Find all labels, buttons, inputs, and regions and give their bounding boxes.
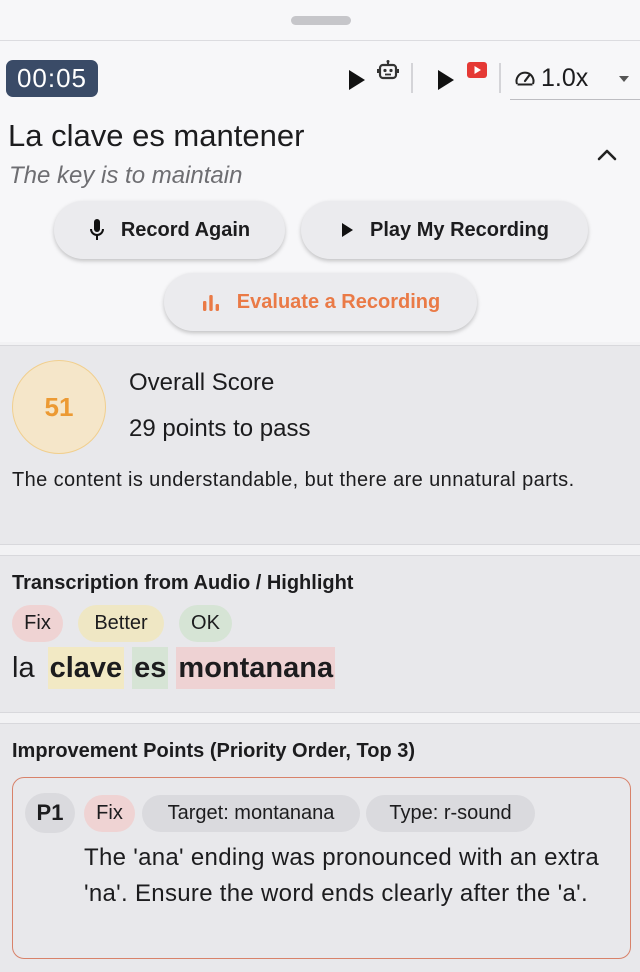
playback-speed-select[interactable]: 1.0x	[510, 60, 640, 100]
transcript-word: clave	[47, 647, 125, 689]
transcription-card: Transcription from Audio / Highlight Fix…	[0, 555, 640, 713]
transcript-word: es	[132, 647, 169, 689]
separator	[499, 63, 501, 93]
phrase-text: La clave es mantener	[8, 118, 305, 153]
level-chip: Fix	[84, 795, 135, 832]
play-robot-voice-button[interactable]	[346, 60, 400, 94]
microphone-icon	[89, 219, 104, 240]
chevron-up-icon[interactable]	[594, 143, 620, 165]
improvement-text: The 'ana' ending was pronounced with an …	[84, 844, 599, 907]
caret-down-icon	[619, 76, 629, 82]
divider	[0, 40, 640, 41]
speedometer-icon	[515, 71, 535, 86]
score-card: 51 Overall Score 29 points to pass The c…	[0, 345, 640, 545]
transcript-words: la clave es montanana	[12, 647, 336, 689]
legend-better: Better	[78, 605, 164, 642]
legend-fix: Fix	[12, 605, 63, 642]
target-chip: Target: montanana	[142, 795, 360, 832]
score-badge: 51	[12, 360, 106, 454]
play-icon	[342, 223, 354, 237]
type-chip: Type: r-sound	[366, 795, 535, 832]
transcript-word: la	[12, 652, 35, 684]
score-title: Overall Score	[129, 369, 275, 396]
transcription-title: Transcription from Audio / Highlight	[12, 572, 354, 594]
play-my-recording-button[interactable]: Play My Recording	[301, 201, 588, 259]
record-again-button[interactable]: Record Again	[54, 201, 285, 259]
phrase-translation: The key is to maintain	[9, 162, 243, 189]
improvement-card: Improvement Points (Priority Order, Top …	[0, 723, 640, 972]
drag-handle[interactable]	[291, 16, 351, 25]
score-description: The content is understandable, but there…	[12, 469, 575, 491]
record-again-label: Record Again	[120, 218, 251, 241]
timer-display: 00:05	[6, 60, 98, 97]
priority-badge: P1	[25, 793, 75, 833]
play-video-button[interactable]	[435, 62, 488, 94]
transcript-word: montanana	[176, 647, 336, 689]
separator	[411, 63, 413, 93]
play-icon	[349, 70, 365, 90]
play-icon	[438, 70, 454, 90]
improvement-title: Improvement Points (Priority Order, Top …	[12, 740, 416, 762]
legend-ok: OK	[179, 605, 232, 642]
player-panel: 00:05 1.0x La clave es mantener The key …	[0, 0, 640, 342]
speed-value: 1.0x	[541, 64, 589, 92]
improvement-item: P1 Fix Target: montanana Type: r-sound T…	[12, 777, 631, 959]
robot-icon	[377, 60, 399, 80]
evaluate-recording-button[interactable]: Evaluate a Recording	[164, 273, 477, 331]
score-subtitle: 29 points to pass	[129, 415, 311, 442]
youtube-icon	[467, 62, 487, 78]
play-my-recording-label: Play My Recording	[370, 218, 549, 241]
evaluate-recording-label: Evaluate a Recording	[236, 290, 441, 313]
bar-chart-icon	[202, 295, 219, 311]
